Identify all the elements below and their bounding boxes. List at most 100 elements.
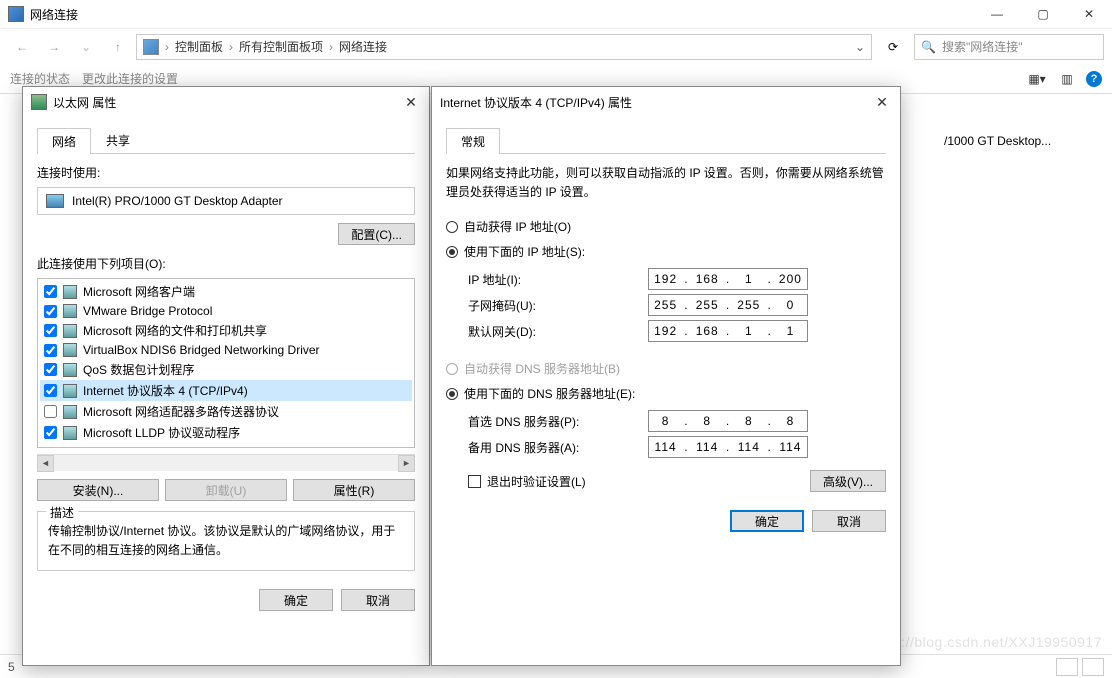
breadcrumb-part[interactable]: 所有控制面板项	[239, 38, 323, 55]
dialog-title: Internet 协议版本 4 (TCP/IPv4) 属性	[440, 94, 632, 111]
preview-pane-icon[interactable]: ▥	[1056, 68, 1078, 90]
refresh-button[interactable]: ⟳	[880, 34, 906, 60]
adapter-icon	[46, 194, 64, 208]
location-icon	[143, 39, 159, 55]
toolbar-item[interactable]: 连接的状态	[10, 70, 70, 87]
dialog-body: 网络 共享 连接时使用: Intel(R) PRO/1000 GT Deskto…	[23, 117, 429, 581]
item-checkbox[interactable]	[44, 344, 57, 357]
breadcrumb-part[interactable]: 控制面板	[175, 38, 223, 55]
scroll-left-icon[interactable]: ◄	[37, 455, 54, 472]
maximize-button[interactable]: ▢	[1020, 0, 1066, 28]
ok-button[interactable]: 确定	[730, 510, 804, 532]
title-bar: 网络连接 — ▢ ✕	[0, 0, 1112, 28]
item-checkbox[interactable]	[44, 363, 57, 376]
item-count: 5	[8, 660, 15, 674]
dns1-label: 首选 DNS 服务器(P):	[468, 413, 648, 430]
details-view-button[interactable]	[1056, 658, 1078, 676]
list-item[interactable]: Microsoft 网络适配器多路传送器协议	[40, 401, 412, 422]
alternate-dns-input[interactable]: 114.114.114.114	[648, 436, 808, 458]
gateway-input[interactable]: 192.168.1.1	[648, 320, 808, 342]
auto-ip-radio[interactable]: 自动获得 IP 地址(O)	[446, 218, 886, 235]
recent-dropdown[interactable]: ⌄	[72, 33, 100, 61]
device-tile[interactable]: /1000 GT Desktop...	[940, 130, 1112, 152]
items-label: 此连接使用下列项目(O):	[37, 255, 415, 272]
search-box[interactable]: 🔍 搜索"网络连接"	[914, 34, 1104, 60]
item-checkbox[interactable]	[44, 384, 57, 397]
toolbar-item[interactable]: 更改此连接的设置	[82, 70, 178, 87]
radio-on-icon	[446, 388, 458, 400]
advanced-button[interactable]: 高级(V)...	[810, 470, 886, 492]
bottom-row: 退出时验证设置(L) 高级(V)...	[446, 470, 886, 492]
cancel-button[interactable]: 取消	[812, 510, 886, 532]
list-item[interactable]: Microsoft 网络的文件和打印机共享	[40, 320, 412, 341]
configure-button[interactable]: 配置(C)...	[338, 223, 415, 245]
uninstall-button[interactable]: 卸载(U)	[165, 479, 287, 501]
item-checkbox[interactable]	[44, 285, 57, 298]
ethernet-properties-dialog: 以太网 属性 ✕ 网络 共享 连接时使用: Intel(R) PRO/1000 …	[22, 86, 430, 666]
item-checkbox[interactable]	[44, 405, 57, 418]
cancel-button[interactable]: 取消	[341, 589, 415, 611]
forward-button[interactable]: →	[40, 33, 68, 61]
ip-address-input[interactable]: 192.168.1.200	[648, 268, 808, 290]
tab-network[interactable]: 网络	[37, 128, 91, 154]
search-placeholder: 搜索"网络连接"	[942, 38, 1023, 55]
search-icon: 🔍	[921, 40, 936, 54]
ip-address-row: IP 地址(I): 192.168.1.200	[468, 268, 886, 290]
ethernet-icon	[31, 94, 47, 110]
dialog-footer: 确定 取消	[432, 502, 900, 546]
item-checkbox[interactable]	[44, 305, 57, 318]
alternate-dns-row: 备用 DNS 服务器(A): 114.114.114.114	[468, 436, 886, 458]
list-item[interactable]: Microsoft LLDP 协议驱动程序	[40, 422, 412, 443]
scroll-right-icon[interactable]: ►	[398, 455, 415, 472]
list-item[interactable]: Microsoft 网络客户端	[40, 281, 412, 302]
protocol-icon	[63, 343, 77, 357]
item-label: VirtualBox NDIS6 Bridged Networking Driv…	[83, 343, 320, 357]
help-icon[interactable]: ?	[1086, 71, 1102, 87]
ok-button[interactable]: 确定	[259, 589, 333, 611]
app-icon	[8, 6, 24, 22]
list-item[interactable]: Internet 协议版本 4 (TCP/IPv4)	[40, 380, 412, 401]
install-button[interactable]: 安装(N)...	[37, 479, 159, 501]
validate-checkbox[interactable]: 退出时验证设置(L)	[468, 473, 586, 490]
address-bar[interactable]: › 控制面板 › 所有控制面板项 › 网络连接 ⌄	[136, 34, 872, 60]
items-listbox[interactable]: Microsoft 网络客户端VMware Bridge ProtocolMic…	[37, 278, 415, 448]
tab-general[interactable]: 常规	[446, 128, 500, 154]
address-dropdown-icon[interactable]: ⌄	[855, 40, 865, 54]
up-button[interactable]: ↑	[104, 33, 132, 61]
properties-button[interactable]: 属性(R)	[293, 479, 415, 501]
protocol-icon	[63, 426, 77, 440]
dialog-footer: 确定 取消	[23, 581, 429, 625]
item-checkbox[interactable]	[44, 324, 57, 337]
dialog-close-button[interactable]: ✕	[401, 94, 421, 111]
breadcrumb-part[interactable]: 网络连接	[339, 38, 387, 55]
list-item[interactable]: VirtualBox NDIS6 Bridged Networking Driv…	[40, 341, 412, 359]
gateway-row: 默认网关(D): 192.168.1.1	[468, 320, 886, 342]
item-label: Internet 协议版本 4 (TCP/IPv4)	[83, 382, 248, 399]
intro-text: 如果网络支持此功能，则可以获取自动指派的 IP 设置。否则，你需要从网络系统管理…	[446, 164, 886, 202]
horizontal-scrollbar[interactable]: ◄ ►	[37, 454, 415, 471]
view-dropdown-icon[interactable]: ▦▾	[1026, 68, 1048, 90]
item-checkbox[interactable]	[44, 426, 57, 439]
item-label: Microsoft 网络客户端	[83, 283, 195, 300]
manual-ip-radio[interactable]: 使用下面的 IP 地址(S):	[446, 243, 886, 260]
adapter-box: Intel(R) PRO/1000 GT Desktop Adapter	[37, 187, 415, 215]
tab-sharing[interactable]: 共享	[91, 127, 145, 153]
list-item[interactable]: VMware Bridge Protocol	[40, 302, 412, 320]
subnet-mask-input[interactable]: 255.255.255.0	[648, 294, 808, 316]
auto-dns-radio: 自动获得 DNS 服务器地址(B)	[446, 360, 886, 377]
radio-on-icon	[446, 246, 458, 258]
description-legend: 描述	[46, 504, 78, 521]
manual-dns-radio[interactable]: 使用下面的 DNS 服务器地址(E):	[446, 385, 886, 402]
item-label: Microsoft LLDP 协议驱动程序	[83, 424, 240, 441]
gateway-label: 默认网关(D):	[468, 323, 648, 340]
tiles-view-button[interactable]	[1082, 658, 1104, 676]
dialog-close-button[interactable]: ✕	[872, 94, 892, 111]
protocol-icon	[63, 324, 77, 338]
adapter-name: Intel(R) PRO/1000 GT Desktop Adapter	[72, 194, 283, 208]
list-item[interactable]: QoS 数据包计划程序	[40, 359, 412, 380]
preferred-dns-input[interactable]: 8.8.8.8	[648, 410, 808, 432]
subnet-mask-row: 子网掩码(U): 255.255.255.0	[468, 294, 886, 316]
close-button[interactable]: ✕	[1066, 0, 1112, 28]
back-button[interactable]: ←	[8, 33, 36, 61]
minimize-button[interactable]: —	[974, 0, 1020, 28]
